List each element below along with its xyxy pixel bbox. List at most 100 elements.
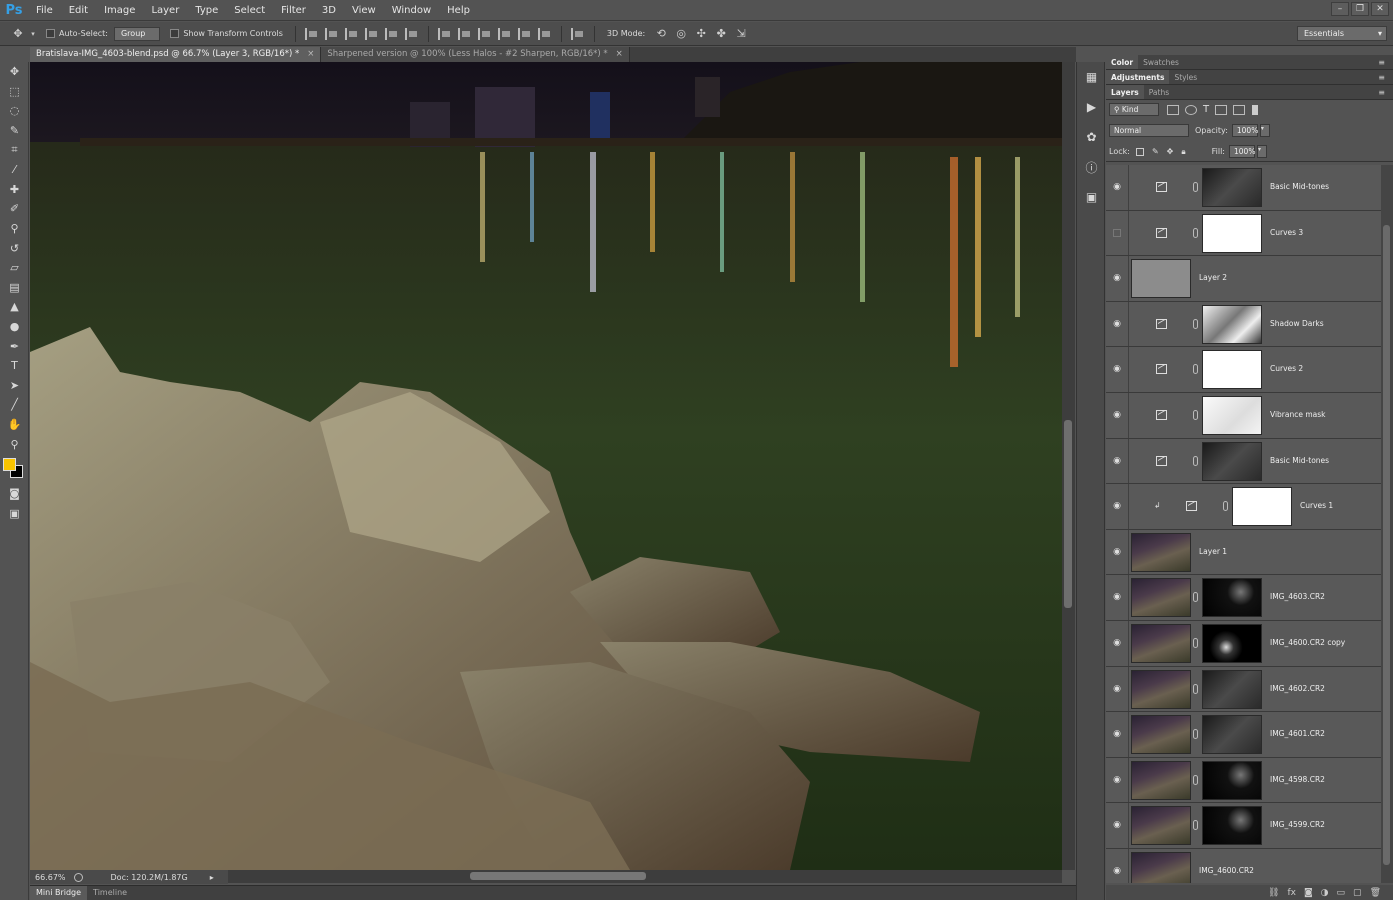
layer-row[interactable]: ◉ IMG_4601.CR2 xyxy=(1106,712,1381,758)
layer-row[interactable]: ◉ IMG_4600.CR2 copy xyxy=(1106,620,1381,667)
zoom-tool-icon[interactable]: ⚲ xyxy=(0,434,29,454)
layer-row[interactable]: ◉ Layer 2 xyxy=(1106,256,1381,302)
layer-row[interactable]: ◉ IMG_4602.CR2 xyxy=(1106,666,1381,713)
visibility-eye-icon[interactable]: ◉ xyxy=(1112,273,1122,283)
layer-row[interactable]: ◉ IMG_4603.CR2 xyxy=(1106,575,1381,621)
layer-thumbnail[interactable] xyxy=(1131,806,1191,846)
layer-thumbnail[interactable] xyxy=(1131,851,1191,883)
close-icon[interactable]: ✕ xyxy=(1371,2,1389,16)
eyedropper-tool-icon[interactable]: ⁄ xyxy=(0,160,29,180)
mask-link-icon[interactable] xyxy=(1193,227,1198,238)
layer-thumbnail[interactable] xyxy=(1131,760,1191,800)
layer-row[interactable]: ◉ Basic Mid-tones xyxy=(1106,165,1381,211)
visibility-eye-icon[interactable]: ◉ xyxy=(1112,775,1122,785)
new-group-icon[interactable]: ▭ xyxy=(1337,888,1346,898)
3d-scale-icon[interactable]: ⇲ xyxy=(731,25,751,43)
auto-select-dropdown[interactable]: Group xyxy=(113,26,161,41)
layer-mask-thumbnail[interactable] xyxy=(1202,168,1262,207)
3d-slide-icon[interactable]: ✤ xyxy=(711,25,731,43)
layer-row[interactable]: ◉ Shadow Darks xyxy=(1106,301,1381,348)
fill-input[interactable]: 100% xyxy=(1229,145,1255,158)
layer-thumbnail[interactable] xyxy=(1131,259,1191,299)
layer-row[interactable]: ◉ Curves 2 xyxy=(1106,347,1381,393)
distribute-bottom-icon[interactable] xyxy=(477,27,492,40)
hand-tool-icon[interactable]: ✋ xyxy=(0,415,29,435)
menu-filter[interactable]: Filter xyxy=(273,0,314,21)
menu-file[interactable]: File xyxy=(28,0,61,21)
layer-name[interactable]: Basic Mid-tones xyxy=(1270,456,1329,465)
tab-paths[interactable]: Paths xyxy=(1144,85,1174,99)
layer-name[interactable]: Basic Mid-tones xyxy=(1270,182,1329,191)
layer-thumbnail[interactable] xyxy=(1131,578,1191,618)
filter-shape-icon[interactable] xyxy=(1215,104,1228,115)
layer-thumbnail[interactable] xyxy=(1131,623,1191,663)
tab-layers[interactable]: Layers xyxy=(1106,85,1144,99)
quick-mask-icon[interactable]: ◙ xyxy=(0,484,29,504)
curves-adjustment-icon[interactable] xyxy=(1156,455,1167,466)
layer-name[interactable]: Layer 2 xyxy=(1199,273,1227,282)
minimize-icon[interactable]: – xyxy=(1331,2,1349,16)
align-top-icon[interactable] xyxy=(304,27,319,40)
tab-document-2[interactable]: Sharpened version @ 100% (Less Halos - #… xyxy=(321,47,630,62)
eraser-tool-icon[interactable]: ▱ xyxy=(0,258,29,278)
align-bottom-icon[interactable] xyxy=(344,27,359,40)
opacity-input[interactable]: 100% xyxy=(1231,124,1258,137)
layer-row[interactable]: ◉ IMG_4600.CR2 xyxy=(1106,848,1381,883)
layer-mask-thumbnail[interactable] xyxy=(1202,623,1262,663)
distribute-left-icon[interactable] xyxy=(497,27,512,40)
auto-align-icon[interactable] xyxy=(570,27,585,40)
visibility-eye-icon[interactable]: ◉ xyxy=(1112,364,1122,374)
screen-mode-icon[interactable]: ▣ xyxy=(0,503,29,523)
panel-menu-icon[interactable]: ≡ xyxy=(1378,55,1385,70)
blur-tool-icon[interactable]: ▲ xyxy=(0,297,29,317)
mask-link-icon[interactable] xyxy=(1223,501,1228,512)
history-icon[interactable]: ▦ xyxy=(1077,62,1106,92)
visibility-eye-icon[interactable]: ◉ xyxy=(1112,592,1122,602)
path-select-tool-icon[interactable]: ➤ xyxy=(0,376,29,396)
fx-icon[interactable]: fx xyxy=(1287,888,1296,898)
layer-row[interactable]: ◉ IMG_4598.CR2 xyxy=(1106,757,1381,804)
actions-play-icon[interactable]: ▶ xyxy=(1077,92,1106,122)
layer-name[interactable]: Shadow Darks xyxy=(1270,319,1324,328)
mask-link-icon[interactable] xyxy=(1193,729,1198,740)
mask-link-icon[interactable] xyxy=(1193,637,1198,648)
layer-mask-thumbnail[interactable] xyxy=(1202,304,1262,344)
menu-layer[interactable]: Layer xyxy=(143,0,187,21)
marquee-tool-icon[interactable]: ⬚ xyxy=(0,82,29,102)
menu-window[interactable]: Window xyxy=(384,0,439,21)
move-tool-preset-icon[interactable]: ✥ xyxy=(8,25,28,43)
layer-name[interactable]: IMG_4599.CR2 xyxy=(1270,820,1325,829)
visibility-eye-icon[interactable]: ◉ xyxy=(1112,547,1122,557)
vertical-scrollbar[interactable] xyxy=(1062,62,1075,870)
layer-name[interactable]: IMG_4600.CR2 xyxy=(1199,866,1254,875)
visibility-eye-icon[interactable]: ◉ xyxy=(1112,729,1122,739)
layer-row[interactable]: ◉ ↲ Curves 1 xyxy=(1106,484,1381,530)
crop-tool-icon[interactable]: ⌗ xyxy=(0,140,29,160)
curves-adjustment-icon[interactable] xyxy=(1156,409,1167,420)
distribute-vcenter-icon[interactable] xyxy=(457,27,472,40)
close-icon[interactable]: × xyxy=(616,47,623,62)
filter-type-icon[interactable]: T xyxy=(1203,104,1209,115)
status-menu-arrow-icon[interactable]: ▸ xyxy=(210,873,214,882)
menu-type[interactable]: Type xyxy=(187,0,226,21)
layer-mask-thumbnail[interactable] xyxy=(1202,760,1262,800)
lock-all-icon[interactable]: 🔒︎ xyxy=(1181,147,1185,157)
workspace-dropdown[interactable]: Essentials ▾ xyxy=(1297,26,1387,41)
mask-link-icon[interactable] xyxy=(1193,592,1198,603)
delete-layer-icon[interactable]: 🗑︎ xyxy=(1370,888,1381,898)
pen-tool-icon[interactable]: ✒ xyxy=(0,336,29,356)
gradient-tool-icon[interactable]: ▤ xyxy=(0,278,29,298)
curves-adjustment-icon[interactable] xyxy=(1156,364,1167,375)
visibility-eye-icon[interactable]: ◉ xyxy=(1112,820,1122,830)
layers-scrollbar[interactable] xyxy=(1381,165,1393,883)
zoom-level[interactable]: 66.67% xyxy=(35,873,66,882)
mask-link-icon[interactable] xyxy=(1193,182,1198,192)
close-icon[interactable]: × xyxy=(307,47,314,62)
layer-name[interactable]: Curves 2 xyxy=(1270,364,1303,373)
mask-link-icon[interactable] xyxy=(1193,455,1198,466)
layer-thumbnail[interactable] xyxy=(1131,532,1191,572)
status-info-icon[interactable] xyxy=(73,872,83,882)
menu-select[interactable]: Select xyxy=(226,0,273,21)
layer-row[interactable]: ◉ Basic Mid-tones xyxy=(1106,438,1381,485)
show-transform-checkbox[interactable] xyxy=(170,29,180,38)
